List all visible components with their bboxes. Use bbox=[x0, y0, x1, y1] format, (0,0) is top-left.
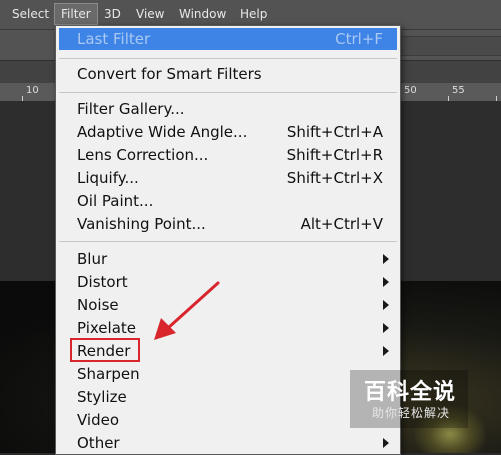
menu-item-label: Pixelate bbox=[77, 319, 136, 337]
menu-item-distort[interactable]: Distort bbox=[59, 271, 397, 293]
submenu-arrow-icon bbox=[383, 346, 389, 356]
menu-3d[interactable]: 3D bbox=[104, 7, 121, 21]
menu-item-pixelate[interactable]: Pixelate bbox=[59, 317, 397, 339]
menu-item-sharpen[interactable]: Sharpen bbox=[59, 363, 397, 385]
menu-item-vanishing-point[interactable]: Vanishing Point... Alt+Ctrl+V bbox=[59, 213, 397, 235]
menu-item-oil-paint[interactable]: Oil Paint... bbox=[59, 190, 397, 212]
menu-item-label: Vanishing Point... bbox=[77, 215, 206, 233]
ruler-label-55: 55 bbox=[452, 85, 465, 96]
submenu-arrow-icon bbox=[383, 277, 389, 287]
ruler-label-50: 50 bbox=[404, 85, 417, 96]
menu-filter[interactable]: Filter bbox=[54, 3, 98, 25]
menu-item-label: Filter Gallery... bbox=[77, 100, 185, 118]
menu-item-label: Adaptive Wide Angle... bbox=[77, 123, 248, 141]
menu-separator bbox=[59, 241, 397, 242]
watermark-title: 百科全说 bbox=[364, 380, 457, 405]
convert-label: Convert for Smart Filters bbox=[77, 65, 262, 83]
menu-item-other[interactable]: Other bbox=[59, 432, 397, 454]
menu-item-last-filter[interactable]: Last Filter Ctrl+F bbox=[59, 28, 397, 50]
menu-item-liquify[interactable]: Liquify... Shift+Ctrl+X bbox=[59, 167, 397, 189]
menu-item-noise[interactable]: Noise bbox=[59, 294, 397, 316]
menu-item-stylize[interactable]: Stylize bbox=[59, 386, 397, 408]
last-filter-label: Last Filter bbox=[77, 30, 151, 48]
watermark-logo: 百科全说 助你轻松解决 bbox=[350, 370, 468, 428]
options-field[interactable] bbox=[400, 36, 501, 56]
submenu-arrow-icon bbox=[383, 254, 389, 264]
submenu-arrow-icon bbox=[383, 438, 389, 448]
menu-separator bbox=[59, 92, 397, 93]
menu-window[interactable]: Window bbox=[179, 7, 226, 21]
last-filter-shortcut: Ctrl+F bbox=[335, 30, 383, 48]
menu-item-video[interactable]: Video bbox=[59, 409, 397, 431]
menu-item-label: Distort bbox=[77, 273, 128, 291]
menu-view[interactable]: View bbox=[136, 7, 164, 21]
menu-item-shortcut: Shift+Ctrl+X bbox=[286, 169, 383, 187]
menu-item-lens-correction[interactable]: Lens Correction... Shift+Ctrl+R bbox=[59, 144, 397, 166]
menu-item-label: Lens Correction... bbox=[77, 146, 209, 164]
menu-help[interactable]: Help bbox=[240, 7, 267, 21]
menu-separator bbox=[59, 58, 397, 59]
menu-item-filter-gallery[interactable]: Filter Gallery... bbox=[59, 98, 397, 120]
menu-item-shortcut: Alt+Ctrl+V bbox=[300, 215, 383, 233]
menu-item-label: Video bbox=[77, 411, 120, 429]
render-highlight-box bbox=[70, 338, 140, 362]
menu-item-label: Other bbox=[77, 434, 120, 452]
menu-item-adaptive-wide-angle[interactable]: Adaptive Wide Angle... Shift+Ctrl+A bbox=[59, 121, 397, 143]
submenu-arrow-icon bbox=[383, 323, 389, 333]
menu-item-shortcut: Shift+Ctrl+R bbox=[286, 146, 383, 164]
menu-item-label: Oil Paint... bbox=[77, 192, 154, 210]
ruler-label-10: 10 bbox=[26, 85, 39, 96]
menu-item-label: Blur bbox=[77, 250, 108, 268]
menu-item-blur[interactable]: Blur bbox=[59, 248, 397, 270]
menu-item-label: Stylize bbox=[77, 388, 127, 406]
menu-item-label: Noise bbox=[77, 296, 119, 314]
menu-item-label: Liquify... bbox=[77, 169, 139, 187]
menu-select[interactable]: Select bbox=[12, 7, 49, 21]
menu-item-shortcut: Shift+Ctrl+A bbox=[286, 123, 383, 141]
menu-item-convert-smart-filters[interactable]: Convert for Smart Filters bbox=[59, 63, 397, 85]
menu-item-label: Sharpen bbox=[77, 365, 140, 383]
submenu-arrow-icon bbox=[383, 300, 389, 310]
watermark-subtitle: 助你轻松解决 bbox=[372, 406, 451, 420]
